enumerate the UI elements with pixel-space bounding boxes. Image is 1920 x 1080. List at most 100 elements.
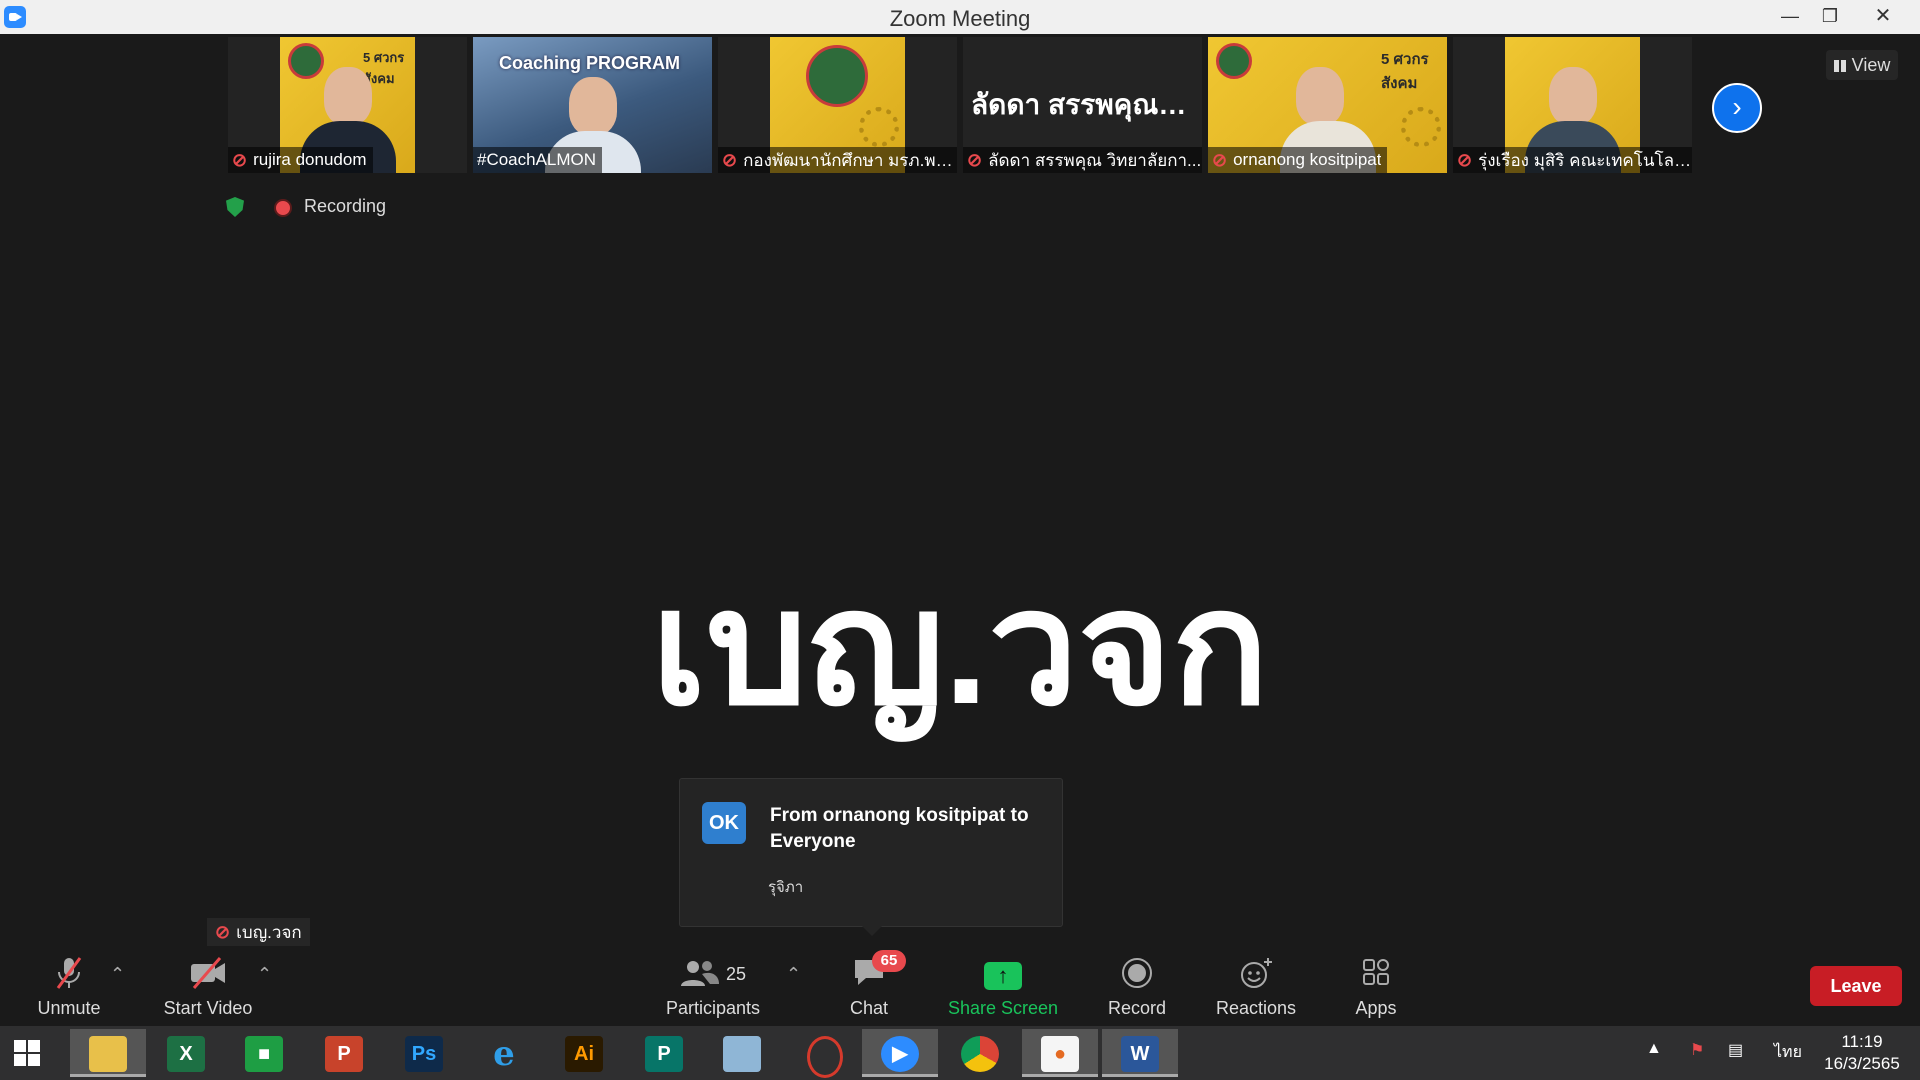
restore-button[interactable]: ❐ [1810,0,1850,34]
participant-face [568,77,617,135]
participants-label: Participants [665,998,761,1018]
apps-label: Apps [1355,998,1397,1018]
recording-label[interactable]: Recording [304,196,386,217]
video-banner-text: Coaching PROGRAM [499,53,681,73]
window-title: Zoom Meeting [889,6,1031,31]
powerpoint-icon: P [325,1036,363,1072]
chat-button[interactable]: 65 Chat [814,950,924,1026]
record-icon [1082,956,1192,992]
participant-tile[interactable]: ⊘ รุ่งเรือง มุสิริ คณะเทคโนโลยีอุ... [1453,37,1692,173]
self-name-tag: ⊘ เบญ.วจก [207,918,310,946]
notepad-icon [723,1036,761,1072]
zoom-taskbar-button[interactable]: ▶ [862,1029,938,1077]
chat-label: Chat [849,998,889,1018]
share-screen-button[interactable]: ↑ Share Screen [948,950,1058,1026]
encryption-shield-icon[interactable] [226,197,244,217]
title-bar: Zoom Meeting — ❐ ✕ [0,0,1920,34]
participant-name: กองพัฒนานักศึกษา มรภ.พร... [743,150,957,170]
publisher-taskbar-button[interactable]: P [626,1029,702,1077]
university-seal-icon [806,45,868,107]
participant-tile[interactable]: ลัดดา สรรพคุณ วิ... ⊘ ลัดดา สรรพคุณ วิทย… [963,37,1202,173]
participant-name: ลัดดา สรรพคุณ วิทยาลัยกา... [988,150,1202,170]
recording-dot-icon[interactable] [274,199,292,217]
university-seal-icon [288,43,324,79]
participant-name-bar: #CoachALMON [473,147,603,173]
internet-explorer-icon: e [493,1034,515,1074]
start-video-button[interactable]: Start Video [153,950,263,1026]
participant-name: rujira donudom [253,150,367,169]
participants-options-chevron-icon[interactable]: ⌃ [786,964,801,985]
gear-decoration-icon [1401,107,1441,147]
input-language[interactable]: ไทย [1774,1040,1802,1065]
participant-name-bar: ⊘ กองพัฒนานักศึกษา มรภ.พร... [718,147,957,173]
record-button[interactable]: Record [1082,950,1192,1026]
internet-explorer-taskbar-button[interactable]: e [466,1029,542,1077]
start-video-label: Start Video [163,998,253,1018]
photoshop-taskbar-button[interactable]: Ps [386,1029,462,1077]
chrome-taskbar-button[interactable] [942,1029,1018,1077]
chat-notification-message: รุจิภา [768,879,804,896]
windows-start-icon[interactable] [14,1040,40,1066]
action-center-flag-icon[interactable]: ⚑ [1690,1040,1704,1060]
participants-count: 25 [725,964,747,984]
view-button[interactable]: View [1826,50,1898,80]
leave-button[interactable]: Leave [1810,966,1902,1006]
mic-muted-icon: ⊘ [1212,149,1228,170]
next-page-chevron-icon[interactable]: › [1712,83,1762,133]
grid-icon [1833,60,1846,72]
taskbar-clock[interactable]: 11:19 16/3/2565 [1810,1031,1914,1075]
show-hidden-icons-chevron-icon[interactable]: ▲ [1646,1040,1662,1058]
microphone-muted-icon [14,956,124,992]
file-explorer-taskbar-button[interactable] [70,1029,146,1077]
participant-name: รุ่งเรือง มุสิริ คณะเทคโนโลยีอุ... [1478,150,1692,170]
notification-pointer [862,926,882,936]
zoom-icon: ▶ [881,1036,919,1072]
smiley-add-icon [1201,956,1311,992]
store-taskbar-button[interactable]: ■ [226,1029,302,1077]
participant-tile[interactable]: ⊘ กองพัฒนานักศึกษา มรภ.พร... [718,37,957,173]
mic-muted-icon: ⊘ [232,149,248,170]
close-button[interactable]: ✕ [1846,0,1920,34]
network-icon[interactable]: ▤ [1728,1040,1743,1060]
excel-taskbar-button[interactable]: X [148,1029,224,1077]
photoshop-icon: Ps [405,1036,443,1072]
participant-name: ornanong kositpipat [1233,150,1382,169]
unmute-label: Unmute [37,998,101,1018]
paint-taskbar-button[interactable]: ● [1022,1029,1098,1077]
chrome-icon [961,1036,999,1072]
word-icon: W [1121,1036,1159,1072]
minimize-button[interactable]: — [1770,0,1810,34]
mic-muted-icon: ⊘ [722,149,738,170]
audio-options-chevron-icon[interactable]: ⌃ [110,964,125,985]
chat-notification-heading: From ornanong kositpipat to Everyone [770,805,1029,852]
participant-tile[interactable]: 5 ศวกร สังคม ⊘ rujira donudom [228,37,467,173]
video-options-chevron-icon[interactable]: ⌃ [257,964,272,985]
participants-button[interactable]: 25 Participants [658,950,768,1026]
folder-icon [89,1036,127,1072]
participant-name: #CoachALMON [477,150,597,169]
chat-notification[interactable]: OK From ornanong kositpipat to Everyone … [679,778,1063,936]
photoscape-taskbar-button[interactable] [784,1029,860,1078]
word-taskbar-button[interactable]: W [1102,1029,1178,1077]
mic-muted-icon: ⊘ [967,149,983,170]
notepad-taskbar-button[interactable] [704,1029,780,1077]
apps-button[interactable]: Apps [1321,950,1431,1026]
participant-tile[interactable]: Coaching PROGRAM #CoachALMON [473,37,712,173]
chat-bubble-icon [814,956,924,992]
unmute-button[interactable]: Unmute [14,950,124,1026]
participant-name-bar: ⊘ rujira donudom [228,147,373,173]
participant-tile[interactable]: 5 ศวกร สังคม ⊘ ornanong kositpipat [1208,37,1447,173]
illustrator-taskbar-button[interactable]: Ai [546,1029,622,1077]
participant-display-name: ลัดดา สรรพคุณ วิ... [971,89,1194,120]
meeting-controls: Unmute ⌃ Start Video ⌃ 25 Participants ⌃… [0,950,1920,1026]
participant-name-bar: ⊘ รุ่งเรือง มุสิริ คณะเทคโนโลยีอุ... [1453,147,1692,173]
windows-taskbar: X ■ P Ps e Ai P ▶ ● W ▲ ⚑ ▤ ไทย 11:19 16… [0,1026,1920,1080]
participant-strip: 5 ศวกร สังคม ⊘ rujira donudom Coaching P… [228,37,1692,173]
clock-date: 16/3/2565 [1824,1054,1900,1073]
paint-icon: ● [1041,1036,1079,1072]
powerpoint-taskbar-button[interactable]: P [306,1029,382,1077]
participants-icon: 25 [658,956,768,992]
reactions-button[interactable]: Reactions [1201,950,1311,1026]
apps-icon [1321,956,1431,992]
background-text: 5 ศวกร สังคม [1381,51,1429,92]
